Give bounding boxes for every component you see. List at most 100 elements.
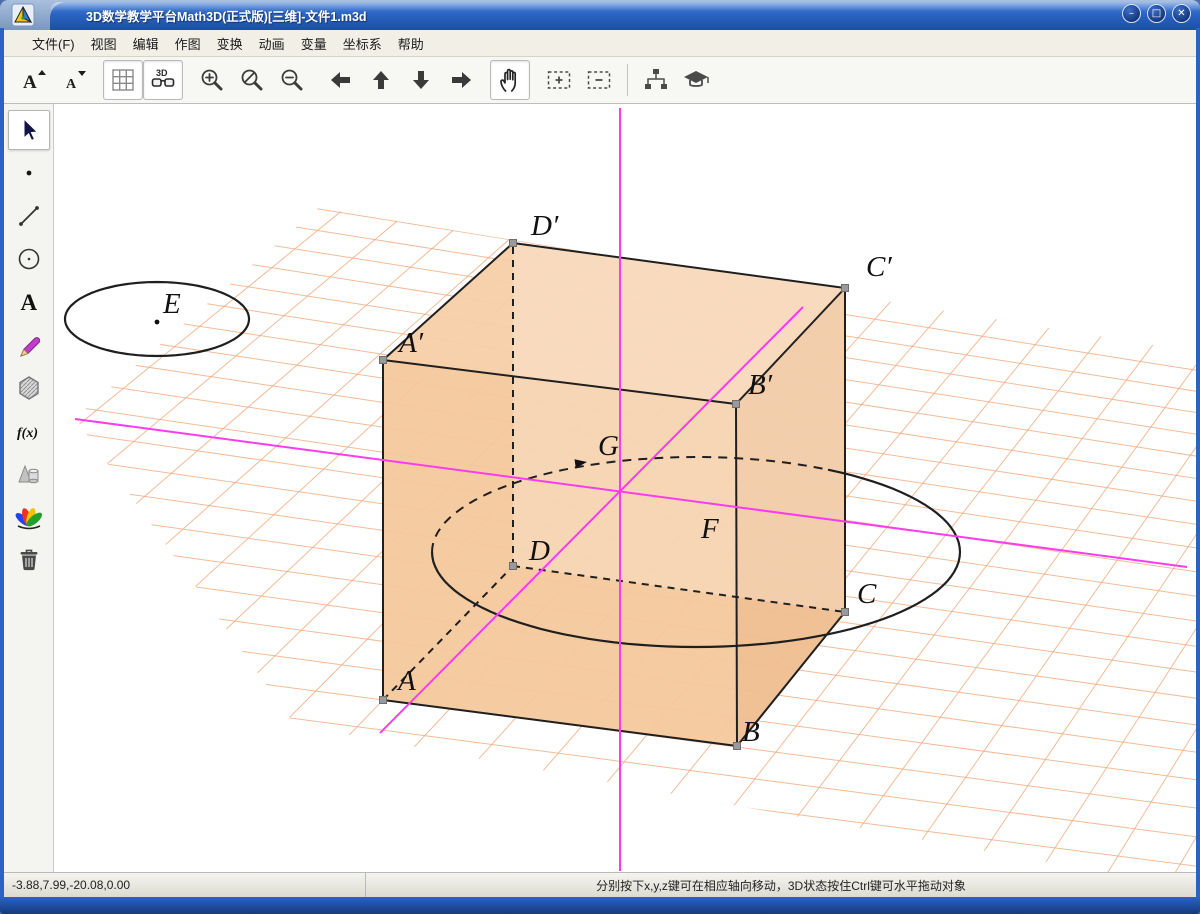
menu-bar: 文件(F)视图编辑作图变换动画变量坐标系帮助 [4, 30, 1196, 57]
text-icon: A [15, 288, 43, 316]
app-icon [11, 3, 35, 27]
vertex-handle-d[interactable] [510, 563, 517, 570]
tool-segment-button[interactable] [8, 196, 50, 236]
app-window: 3D数学教学平台Math3D(正式版)[三维]-文件1.m3d –□ ✕ 文件(F… [0, 0, 1200, 914]
zoom-reset-icon [238, 66, 266, 94]
pan-left-button[interactable] [321, 60, 361, 100]
label-A: A [396, 665, 416, 697]
window-title: 3D数学教学平台Math3D(正式版)[三维]-文件1.m3d [86, 6, 367, 25]
minimize-button[interactable]: – [1122, 4, 1141, 23]
svg-text:f(x): f(x) [17, 426, 38, 441]
tutorial-icon [682, 66, 710, 94]
zoom-reset-button[interactable] [232, 60, 272, 100]
segment-icon [15, 202, 43, 230]
maximize-button[interactable]: □ [1147, 4, 1166, 23]
svg-text:A: A [66, 77, 77, 92]
font-increase-icon: A [20, 66, 48, 94]
tool-select-cursor-button[interactable] [8, 110, 50, 150]
window-frame-right [1196, 28, 1200, 914]
cube-solid[interactable] [380, 240, 849, 750]
vertex-handle-a[interactable] [380, 697, 387, 704]
toolbar: A A 3D [4, 57, 1196, 104]
select-remove-button[interactable] [579, 60, 619, 100]
menu-item-4[interactable]: 作图 [167, 31, 209, 56]
cube-face-inner [513, 243, 845, 612]
hand-drag-button[interactable] [490, 60, 530, 100]
font-decrease-icon: A [60, 66, 88, 94]
menu-item-6[interactable]: 动画 [251, 31, 293, 56]
label-B: B [742, 716, 760, 748]
point-e[interactable] [155, 320, 160, 325]
select-cursor-icon [15, 116, 43, 144]
select-add-button[interactable] [539, 60, 579, 100]
grid-toggle-icon [109, 66, 137, 94]
tool-polygon-button[interactable] [8, 368, 50, 408]
tool-delete-button[interactable] [8, 540, 50, 580]
status-hint: 分别按下x,y,z键可在相应轴向移动，3D状态按住Ctrl键可水平拖动对象 [366, 877, 1196, 894]
tool-solids-button[interactable] [8, 454, 50, 494]
svg-text:A: A [20, 290, 37, 315]
svg-text:A: A [23, 72, 37, 93]
zoom-in-icon [198, 66, 226, 94]
pan-down-button[interactable] [401, 60, 441, 100]
zoom-in-button[interactable] [192, 60, 232, 100]
label-A: A′ [397, 327, 424, 359]
tool-circle-button[interactable] [8, 239, 50, 279]
zoom-out-button[interactable] [272, 60, 312, 100]
label-D: D′ [530, 210, 559, 242]
label-C: C [857, 578, 877, 610]
label-B: B′ [748, 369, 773, 401]
font-decrease-button[interactable]: A [54, 60, 94, 100]
menu-item-9[interactable]: 帮助 [390, 31, 432, 56]
stereo-3d-icon: 3D [149, 66, 177, 94]
circle-e[interactable] [65, 282, 249, 356]
pan-left-icon [327, 66, 355, 94]
delete-icon [15, 546, 43, 574]
colors-icon [15, 503, 43, 531]
label-D: D [528, 535, 550, 567]
tutorial-button[interactable] [676, 60, 716, 100]
tool-point-button[interactable] [8, 153, 50, 193]
label-G: G [598, 430, 619, 462]
vertex-handle-a1[interactable] [380, 357, 387, 364]
select-remove-icon [585, 66, 613, 94]
menu-item-5[interactable]: 变换 [209, 31, 251, 56]
menu-item-3[interactable]: 编辑 [125, 31, 167, 56]
menu-item-8[interactable]: 坐标系 [335, 31, 390, 56]
window-frame-bottom [0, 897, 1200, 914]
scene-svg[interactable]: A B C D A′ B′ C′ D′ E F G [54, 104, 1196, 872]
grid-toggle-button[interactable] [103, 60, 143, 100]
label-E: E [162, 288, 181, 320]
vertex-handle-b[interactable] [734, 743, 741, 750]
status-bar: -3.88,7.99,-20.08,0.00 分别按下x,y,z键可在相应轴向移… [4, 872, 1196, 897]
close-button[interactable]: ✕ [1172, 4, 1191, 23]
point-icon [15, 159, 43, 187]
label-C: C′ [866, 251, 892, 283]
window-frame-left [0, 28, 4, 914]
zoom-out-icon [278, 66, 306, 94]
svg-text:3D: 3D [156, 68, 168, 78]
tool-text-button[interactable]: A [8, 282, 50, 322]
object-tree-button[interactable] [636, 60, 676, 100]
object-tree-icon [642, 66, 670, 94]
tool-pencil-button[interactable] [8, 325, 50, 365]
vertex-handle-c1[interactable] [842, 285, 849, 292]
tool-function-button[interactable]: f(x) [8, 411, 50, 451]
label-F: F [700, 513, 719, 545]
vertex-handle-c[interactable] [842, 609, 849, 616]
hand-drag-icon [496, 66, 524, 94]
pan-right-button[interactable] [441, 60, 481, 100]
pan-up-button[interactable] [361, 60, 401, 100]
stereo-3d-button[interactable]: 3D [143, 60, 183, 100]
menu-item-1[interactable]: 文件(F) [24, 31, 83, 56]
toolbar-separator [627, 64, 628, 96]
menu-item-2[interactable]: 视图 [83, 31, 125, 56]
font-increase-button[interactable]: A [14, 60, 54, 100]
drawing-canvas[interactable]: A B C D A′ B′ C′ D′ E F G [54, 104, 1196, 872]
function-icon: f(x) [15, 417, 43, 445]
vertex-handle-b1[interactable] [733, 401, 740, 408]
pencil-icon [15, 331, 43, 359]
menu-item-7[interactable]: 变量 [293, 31, 335, 56]
tool-colors-button[interactable] [8, 497, 50, 537]
vertex-handle-d1[interactable] [510, 240, 517, 247]
